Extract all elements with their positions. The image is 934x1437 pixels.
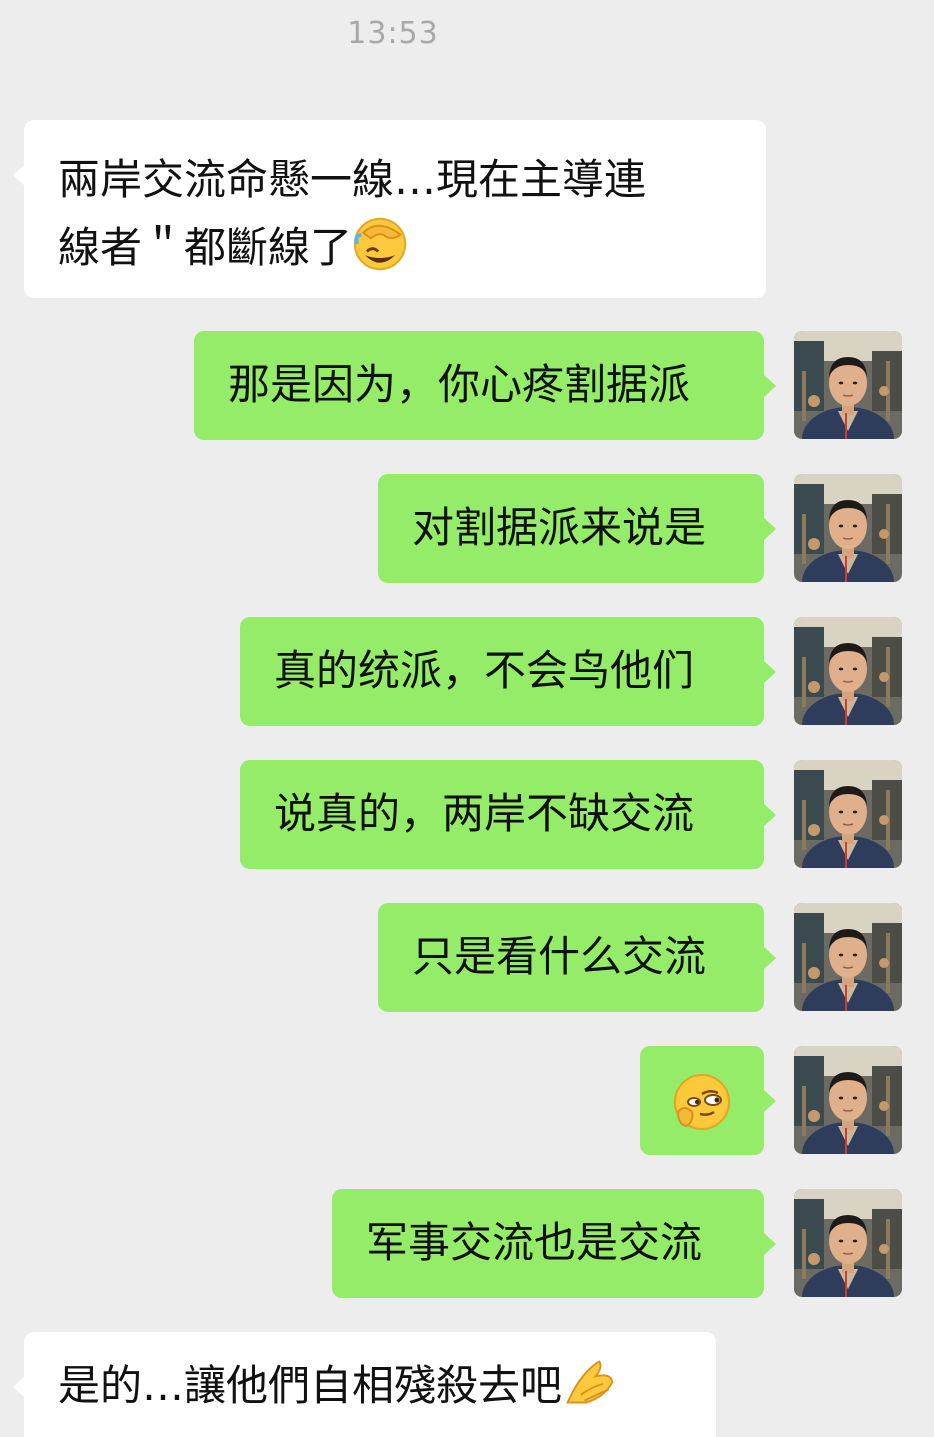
user-avatar[interactable] [794, 1189, 902, 1297]
user-avatar[interactable] [794, 760, 902, 868]
outgoing-emoji-bubble[interactable] [640, 1046, 776, 1155]
message-timestamp: 13:53 [347, 16, 439, 51]
smirk-thinking-emoji-icon [672, 1072, 732, 1132]
outgoing-message-bubble[interactable]: 军事交流也是交流 [332, 1189, 776, 1298]
message-text: 军事交流也是交流 [366, 1218, 703, 1267]
outgoing-message-bubble[interactable]: 真的统派，不会鸟他们 [240, 617, 776, 726]
incoming-message-bubble[interactable]: 兩岸交流命懸一線…現在主導連 線者＂都斷線了 [13, 120, 766, 298]
outgoing-message-bubble[interactable]: 只是看什么交流 [378, 903, 776, 1012]
message-text: 真的统派，不会鸟他们 [274, 646, 695, 695]
user-avatar[interactable] [794, 474, 902, 582]
user-avatar[interactable] [794, 331, 902, 439]
message-text: 那是因为，你心疼割据派 [228, 360, 691, 409]
bowing-hands-emoji-icon [562, 1354, 618, 1410]
outgoing-message-bubble[interactable]: 对割据派来说是 [378, 474, 776, 583]
outgoing-message-bubble[interactable]: 那是因为，你心疼割据派 [194, 331, 776, 440]
user-avatar[interactable] [794, 1046, 902, 1154]
outgoing-message-bubble[interactable]: 说真的，两岸不缺交流 [240, 760, 776, 869]
facepalm-emoji-icon [352, 216, 408, 272]
message-text: 说真的，两岸不缺交流 [274, 789, 695, 838]
user-avatar[interactable] [794, 903, 902, 1011]
message-line: 兩岸交流命懸一線…現在主導連 [58, 155, 647, 204]
message-line: 線者＂都斷線了 [58, 214, 766, 282]
user-avatar[interactable] [794, 617, 902, 725]
message-text: 对割据派来说是 [412, 503, 707, 552]
message-text: 是的…讓他們自相殘殺去吧 [58, 1361, 563, 1410]
incoming-message-bubble[interactable]: 是的…讓他們自相殘殺去吧 [13, 1332, 716, 1437]
message-text: 只是看什么交流 [412, 932, 707, 981]
